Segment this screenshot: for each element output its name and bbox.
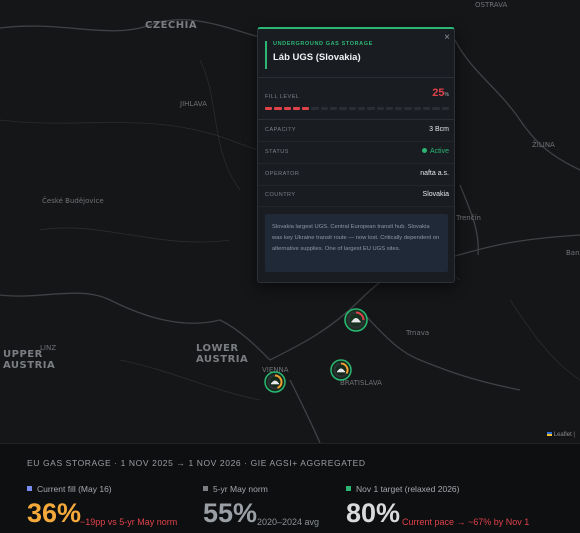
status-label: STATUS <box>265 149 289 155</box>
fill-segment <box>320 107 329 110</box>
fill-segment <box>339 107 347 110</box>
label-ostrava: OSTRAVA <box>475 1 508 9</box>
map-attribution[interactable]: Leaflet | <box>544 432 577 438</box>
fill-segment <box>395 107 403 110</box>
label-czechia: CZECHIA <box>145 20 198 31</box>
country-row: COUNTRY Slovakia <box>265 191 449 201</box>
current-fill-delta: −19pp vs 5-yr May norm <box>80 517 178 527</box>
target-value: 80% <box>346 498 401 528</box>
fill-segment <box>311 107 319 110</box>
target-pace: Current pace → ~67% by Nov 1 <box>402 517 530 527</box>
close-icon[interactable]: × <box>444 32 450 43</box>
fill-segment <box>385 107 394 110</box>
current-legend-icon <box>27 486 32 491</box>
current-fill-label: Current fill (May 16) <box>27 484 112 494</box>
current-fill-value: 36% <box>27 498 82 528</box>
fill-segment <box>265 107 273 110</box>
norm-sub: 2020–2024 avg <box>257 517 320 527</box>
label-upper-austria: UPPER AUSTRIA <box>3 349 56 371</box>
fill-segment <box>357 107 366 110</box>
current-fill-stat: Current fill (May 16) 36% −19pp vs 5-yr … <box>27 484 177 528</box>
operator-row: OPERATOR nafta a.s. <box>265 170 449 180</box>
fill-segment <box>423 107 431 110</box>
label-ceske-budejovice: České Budějovice <box>42 197 104 205</box>
storage-marker-lab[interactable] <box>343 306 369 334</box>
status-dot-icon <box>421 148 427 153</box>
divider <box>258 77 454 78</box>
divider <box>258 206 454 207</box>
norm-value: 55% <box>203 498 258 528</box>
fill-segment <box>413 107 422 110</box>
operator-value: nafta a.s. <box>420 170 449 177</box>
capacity-value: 3 Bcm <box>429 126 449 133</box>
divider <box>258 163 454 164</box>
capacity-label: CAPACITY <box>265 127 297 133</box>
label-trnava: Trnava <box>406 329 430 337</box>
fill-segment <box>330 107 338 110</box>
storage-popup: × UNDERGROUND GAS STORAGE Láb UGS (Slova… <box>257 27 455 283</box>
label-trencin: Trenčín <box>456 214 481 222</box>
fill-segment <box>376 107 384 110</box>
label-banska: Bans <box>566 249 580 257</box>
summary-header: EU GAS STORAGE · 1 NOV 2025 → 1 NOV 2026… <box>27 458 366 468</box>
fill-segment <box>348 107 356 110</box>
fill-level-value: 25% <box>432 87 449 99</box>
fill-segment <box>441 107 449 110</box>
country-value: Slovakia <box>422 191 449 198</box>
popup-eyebrow: UNDERGROUND GAS STORAGE <box>273 41 373 47</box>
label-lower-austria: LOWER AUSTRIA <box>196 343 249 365</box>
divider <box>258 141 454 142</box>
ukraine-flag-icon <box>546 432 552 436</box>
popup-header: UNDERGROUND GAS STORAGE Láb UGS (Slovaki… <box>265 41 454 69</box>
norm-label: 5-yr May norm <box>203 484 268 494</box>
fill-segment <box>302 107 310 110</box>
status-value: Active <box>421 148 449 155</box>
fill-segment <box>274 107 282 110</box>
country-label: COUNTRY <box>265 192 296 198</box>
fill-segment <box>292 107 301 110</box>
fill-segment <box>283 107 291 110</box>
operator-label: OPERATOR <box>265 171 300 177</box>
fill-segment <box>367 107 375 110</box>
status-row: STATUS Active <box>265 148 449 158</box>
fill-level-bar <box>265 107 449 110</box>
divider <box>258 185 454 186</box>
map[interactable]: CZECHIA OSTRAVA JIHLAVA ŽILINA České Bud… <box>0 0 580 443</box>
divider <box>258 119 454 120</box>
fill-segment <box>404 107 412 110</box>
popup-title: Láb UGS (Slovakia) <box>273 52 361 63</box>
norm-stat: 5-yr May norm 55% 2020–2024 avg <box>203 484 319 528</box>
summary-panel: EU GAS STORAGE · 1 NOV 2025 → 1 NOV 2026… <box>0 443 580 533</box>
fill-level-label: FILL LEVEL <box>265 94 300 100</box>
capacity-row: CAPACITY 3 Bcm <box>265 126 449 136</box>
storage-marker-baumgarten[interactable] <box>329 358 353 382</box>
norm-legend-icon <box>203 486 208 491</box>
storage-marker-vienna[interactable] <box>263 370 287 394</box>
target-stat: Nov 1 target (relaxed 2026) 80% Current … <box>346 484 529 528</box>
target-legend-icon <box>346 486 351 491</box>
label-zilina: ŽILINA <box>532 141 555 149</box>
label-jihlava: JIHLAVA <box>180 100 207 108</box>
storage-description: Slovakia largest UGS. Central European t… <box>265 214 448 272</box>
target-label: Nov 1 target (relaxed 2026) <box>346 484 459 494</box>
fill-segment <box>432 107 440 110</box>
